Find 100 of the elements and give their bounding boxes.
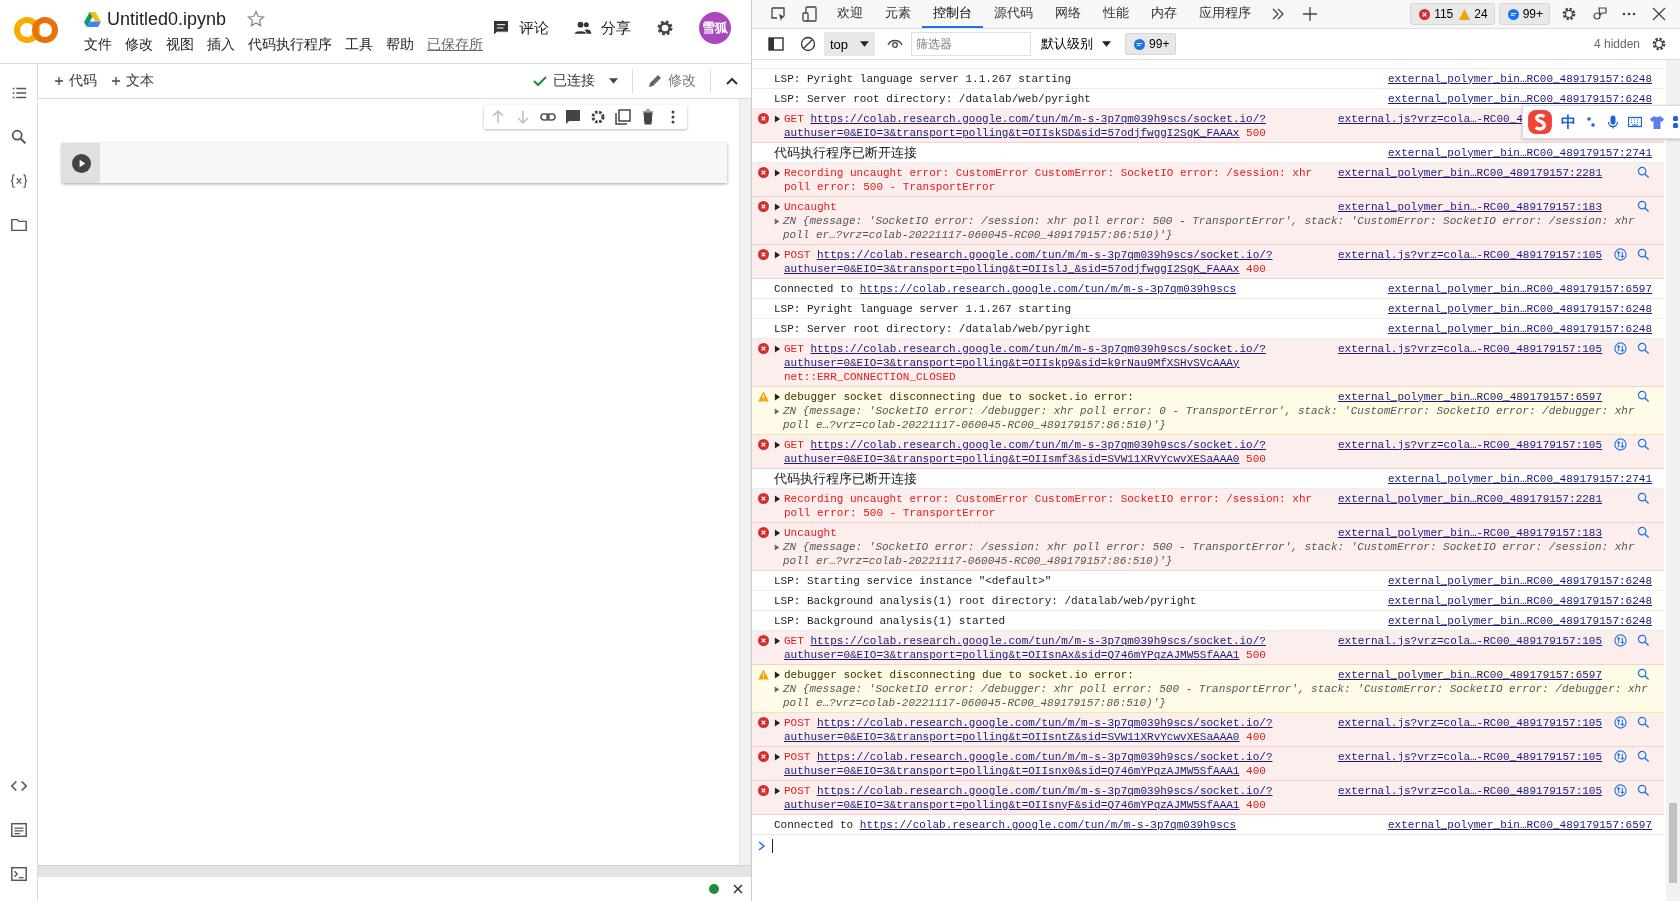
mirror-cell-icon[interactable]: [615, 109, 631, 125]
source-link[interactable]: external_polymer_bin…RC00_489179157:6248: [1387, 574, 1652, 587]
devtools-tab[interactable]: 内存: [1140, 0, 1188, 28]
device-icon[interactable]: [802, 6, 818, 22]
logo-icon[interactable]: [14, 16, 58, 44]
source-link[interactable]: external.js?vrz=cola…-RC00_489179157:105: [1338, 784, 1603, 797]
devtools-tab[interactable]: 欢迎: [826, 0, 874, 28]
expand-icon[interactable]: [774, 494, 781, 503]
source-link[interactable]: external_polymer_bin…RC00_489179157:6597: [1387, 818, 1652, 831]
devtools-tab[interactable]: 应用程序: [1188, 0, 1262, 28]
source-link[interactable]: external_polymer_bin…RC00_489179157:6597: [1338, 390, 1603, 403]
context-dropdown[interactable]: top: [824, 32, 876, 56]
menu-item[interactable]: 插入: [207, 36, 235, 54]
run-icon[interactable]: [71, 153, 91, 173]
search-icon[interactable]: [1637, 667, 1650, 681]
settings-icon[interactable]: [590, 109, 606, 125]
search-icon[interactable]: [1637, 491, 1650, 505]
source-link[interactable]: external_polymer_bin…RC00_489179157:6597: [1338, 668, 1603, 681]
network-request-icon[interactable]: [1614, 341, 1627, 355]
save-status-link[interactable]: 已保存所: [427, 36, 483, 54]
scrollbar[interactable]: [1666, 60, 1680, 901]
message-counter[interactable]: 99+: [1498, 3, 1550, 25]
scrollbar[interactable]: [38, 865, 751, 877]
sidebar-toggle-icon[interactable]: [768, 36, 784, 52]
search-icon[interactable]: [1637, 437, 1650, 451]
inspect-icon[interactable]: [770, 6, 786, 22]
close-icon[interactable]: [733, 884, 743, 894]
search-icon[interactable]: [1637, 247, 1650, 261]
source-link[interactable]: external_polymer_bin…RC00_489179157:6248: [1387, 72, 1652, 85]
search-icon[interactable]: [1637, 525, 1650, 539]
filter-field[interactable]: 筛选器: [911, 32, 1032, 56]
source-link[interactable]: external_polymer_bin…RC00_489179157:2741: [1387, 146, 1652, 159]
add-code-button[interactable]: 代码: [54, 72, 97, 90]
expand-icon[interactable]: [774, 786, 781, 795]
avatar[interactable]: 雪狐: [699, 12, 731, 44]
terminal-icon[interactable]: [9, 865, 28, 883]
source-link[interactable]: external_polymer_bin…-RC00_489179157:183: [1338, 200, 1603, 213]
expand-icon[interactable]: [774, 114, 781, 123]
source-link[interactable]: external.js?vrz=cola…-RC00_489179157:105: [1338, 634, 1603, 647]
microphone-icon[interactable]: [1606, 115, 1620, 129]
menu-item[interactable]: 工具: [345, 36, 373, 54]
more-tabs-icon[interactable]: [1270, 6, 1286, 22]
expand-icon[interactable]: [774, 344, 781, 353]
network-request-icon[interactable]: [1614, 633, 1627, 647]
comment-button[interactable]: 评论: [491, 18, 549, 38]
delete-icon[interactable]: [640, 109, 656, 125]
folder-icon[interactable]: [9, 216, 28, 234]
settings-icon[interactable]: [655, 18, 675, 38]
command-palette-icon[interactable]: [9, 821, 28, 839]
ime-logo-icon[interactable]: [1527, 109, 1553, 135]
search-icon[interactable]: [1637, 783, 1650, 797]
search-icon[interactable]: [1637, 715, 1650, 729]
add-text-button[interactable]: 文本: [111, 72, 154, 90]
source-link[interactable]: external_polymer_bin…-RC00_489179157:183: [1338, 526, 1603, 539]
source-link[interactable]: external_polymer_bin…RC00_489179157:2281: [1338, 166, 1603, 179]
search-icon[interactable]: [1637, 165, 1650, 179]
expand-icon[interactable]: [774, 392, 781, 401]
search-icon[interactable]: [1637, 633, 1650, 647]
feedback-icon[interactable]: [1591, 6, 1607, 22]
search-icon[interactable]: [1637, 341, 1650, 355]
devtools-tab[interactable]: 元素: [874, 0, 922, 28]
add-tab-icon[interactable]: [1302, 6, 1318, 22]
settings-icon[interactable]: [1561, 6, 1577, 22]
menu-item[interactable]: 修改: [125, 36, 153, 54]
source-link[interactable]: external_polymer_bin…RC00_489179157:6597: [1387, 282, 1652, 295]
network-request-icon[interactable]: [1614, 783, 1627, 797]
scrollbar[interactable]: [739, 99, 751, 865]
expand-icon[interactable]: [774, 250, 781, 259]
source-link[interactable]: external_polymer_bin…RC00_489179157:6248: [1387, 302, 1652, 315]
expand-icon[interactable]: [774, 670, 781, 679]
expand-icon[interactable]: [774, 202, 781, 211]
source-link[interactable]: external.js?vrz=cola…-RC00_489179157:105: [1338, 248, 1603, 261]
expand-icon[interactable]: [774, 528, 781, 537]
log-level-dropdown[interactable]: 默认级别: [1041, 35, 1112, 53]
network-request-icon[interactable]: [1614, 749, 1627, 763]
source-link[interactable]: external_polymer_bin…RC00_489179157:6248: [1387, 92, 1652, 105]
clear-console-icon[interactable]: [800, 36, 816, 52]
menu-item[interactable]: 文件: [84, 36, 112, 54]
search-icon[interactable]: [1637, 749, 1650, 763]
menu-item[interactable]: 帮助: [386, 36, 414, 54]
shirt-icon[interactable]: [1650, 115, 1664, 129]
source-link[interactable]: external.js?vrz=cola…-RC00_489179157:105: [1338, 750, 1603, 763]
search-icon[interactable]: [1637, 389, 1650, 403]
issue-counter[interactable]: 115 24: [1410, 3, 1495, 25]
keyboard-icon[interactable]: [1628, 115, 1642, 129]
expand-icon[interactable]: [774, 168, 781, 177]
source-link[interactable]: external.js?vrz=cola…-RC00_489179157:105: [1338, 342, 1603, 355]
network-request-icon[interactable]: [1614, 247, 1627, 261]
source-link[interactable]: external_polymer_bin…RC00_489179157:2741: [1387, 472, 1652, 485]
source-link[interactable]: external.js?vrz=cola…-RC00_489179157:105: [1338, 716, 1603, 729]
menu-item[interactable]: 代码执行程序: [248, 36, 332, 54]
devtools-tab[interactable]: 性能: [1092, 0, 1140, 28]
close-icon[interactable]: [1651, 6, 1667, 22]
notebook-title[interactable]: Untitled0.ipynb: [107, 8, 227, 30]
source-link[interactable]: external_polymer_bin…RC00_489179157:6248: [1387, 594, 1652, 607]
issues-badge[interactable]: 99+: [1125, 33, 1177, 55]
collapse-icon[interactable]: [725, 76, 739, 86]
network-request-icon[interactable]: [1614, 437, 1627, 451]
share-button[interactable]: 分享: [573, 18, 631, 38]
expand-icon[interactable]: [774, 636, 781, 645]
